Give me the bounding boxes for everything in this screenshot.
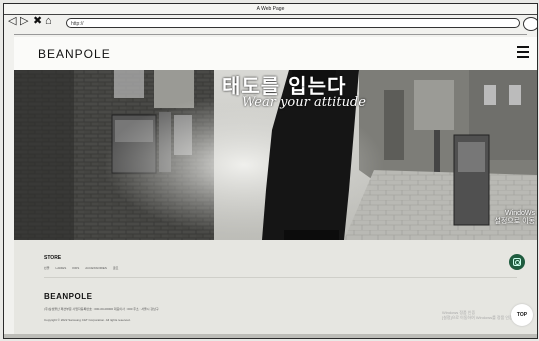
- hero-corner-line-1: WindoWs: [505, 210, 535, 217]
- hero-corner-line-2: 설정으로 이동: [494, 218, 535, 225]
- store-links: 빈폴 LADIES KIDS ACCESSORIES 골프: [44, 266, 118, 270]
- status-bar: [4, 334, 537, 338]
- scroll-top-button[interactable]: TOP: [511, 304, 533, 326]
- company-info: (주)삼성물산 패션부문 사업자등록번호 : 000-00-00000 대표이사…: [44, 307, 159, 311]
- home-icon[interactable]: ⌂: [45, 16, 52, 27]
- address-bar[interactable]: [66, 18, 520, 28]
- stop-icon[interactable]: ✖: [33, 16, 42, 27]
- hero-banner[interactable]: 태도를 입는다 Wear your attitude WindoWs 설정으로 …: [14, 70, 537, 240]
- back-icon[interactable]: ◁: [8, 16, 16, 27]
- store-link[interactable]: KIDS: [72, 266, 79, 270]
- store-heading: STORE: [44, 255, 62, 261]
- footer-logo: BEANPOLE: [44, 292, 93, 301]
- divider: [14, 34, 527, 35]
- go-button[interactable]: [523, 17, 537, 31]
- forward-icon[interactable]: ▷: [20, 16, 28, 27]
- store-link[interactable]: 빈폴: [44, 266, 50, 270]
- site-footer: STORE 빈폴 LADIES KIDS ACCESSORIES 골프 BEAN…: [14, 240, 537, 338]
- browser-window: A Web Page ◁ ▷ ✖ ⌂ BEANPOLE: [3, 3, 538, 339]
- site-header: BEANPOLE: [14, 37, 537, 71]
- instagram-icon[interactable]: [509, 254, 525, 270]
- hero-corner-text: WindoWs 설정으로 이동: [494, 210, 535, 226]
- hamburger-menu-icon[interactable]: [517, 46, 529, 58]
- footer-divider: [44, 277, 517, 278]
- site-logo[interactable]: BEANPOLE: [38, 47, 111, 61]
- store-link[interactable]: ACCESSORIES: [85, 266, 107, 270]
- store-link[interactable]: 골프: [113, 266, 119, 270]
- url-input[interactable]: [71, 20, 519, 28]
- browser-toolbar: ◁ ▷ ✖ ⌂: [4, 14, 537, 34]
- copyright-text: Copyright © 2022 Samsung C&T Corporation…: [44, 318, 131, 322]
- hero-subtitle: Wear your attitude: [242, 95, 366, 110]
- store-link[interactable]: LADIES: [56, 266, 67, 270]
